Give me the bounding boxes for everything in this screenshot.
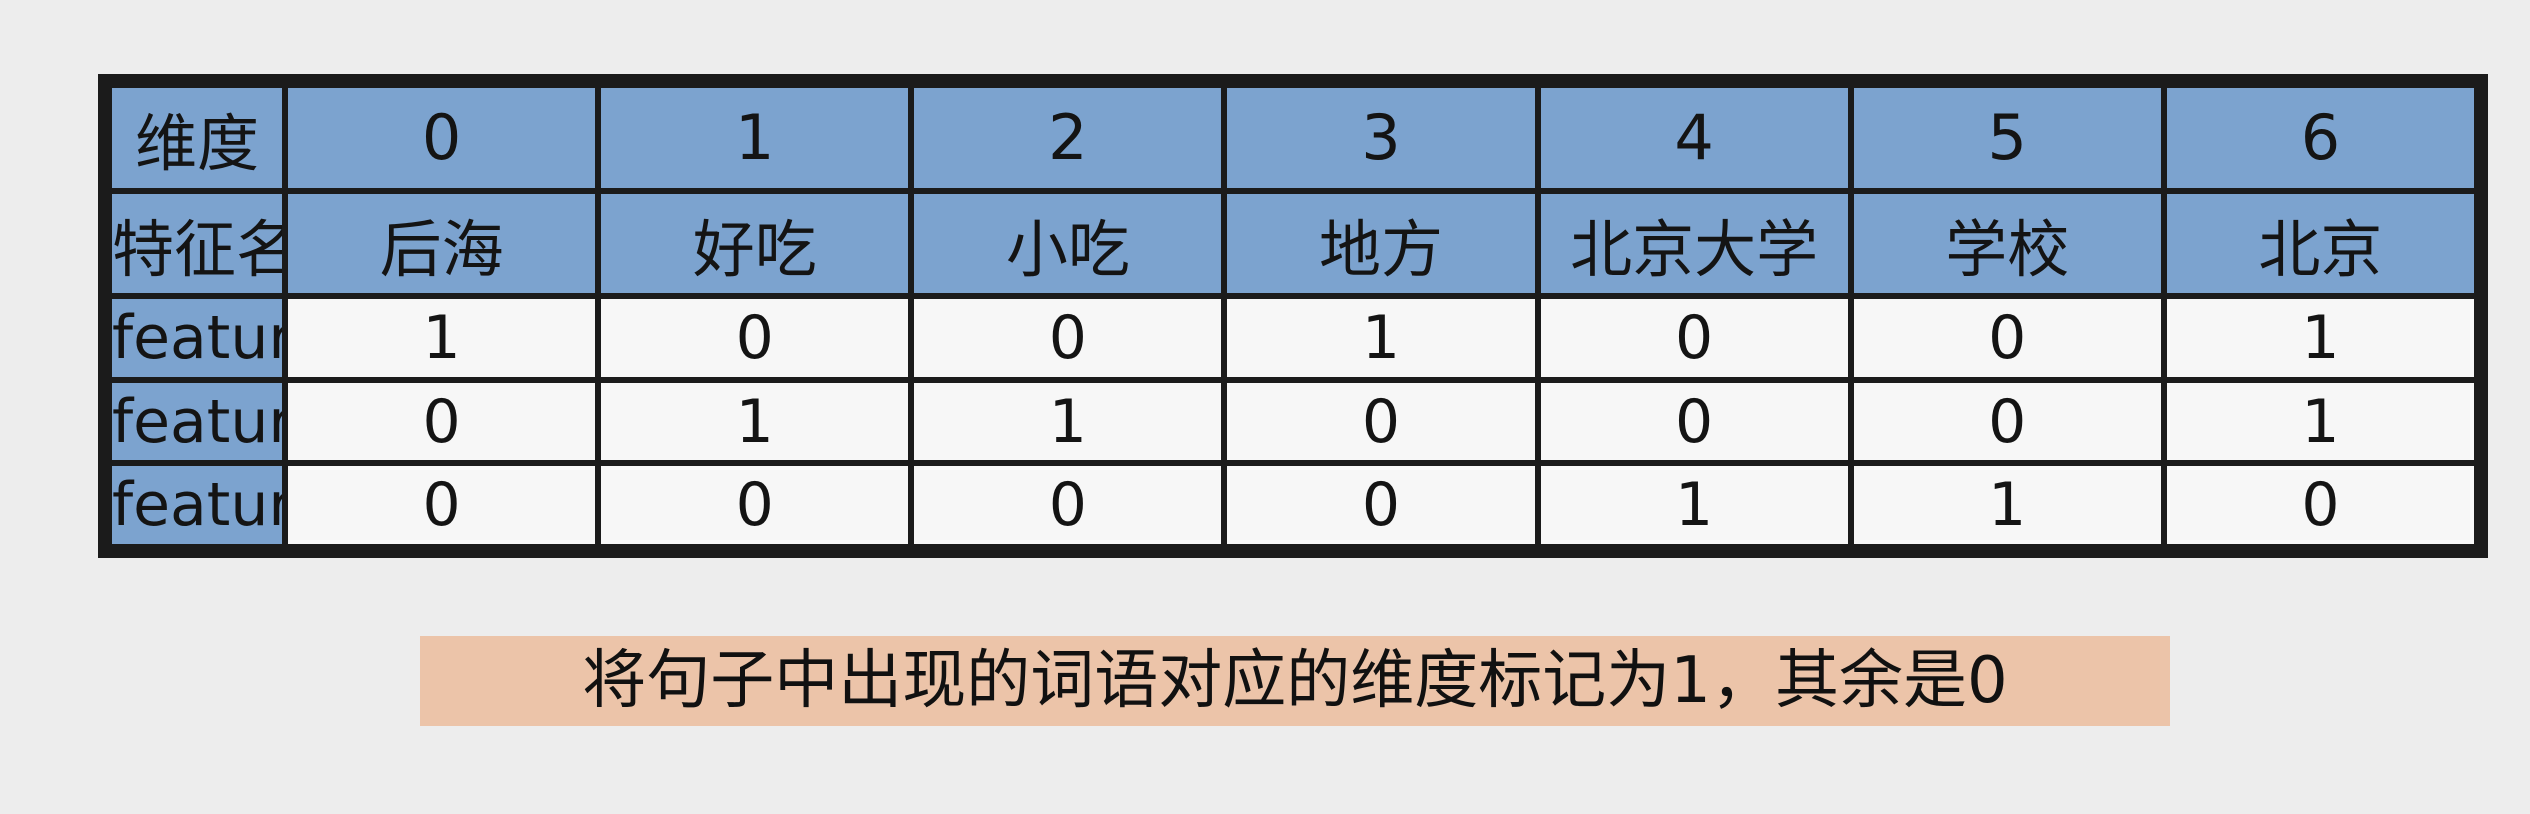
feature-name-cell: 后海	[288, 193, 596, 294]
feature-name-cell: 小吃	[914, 193, 1222, 294]
feature-matrix-table: 维度 0 1 2 3 4 5 6 特征名 后海 好吃 小吃 地方 北京大学 学校…	[106, 82, 2480, 550]
feature-value-cell: 0	[2166, 466, 2474, 544]
feature-value-cell: 0	[288, 382, 596, 461]
dimension-cell: 4	[1540, 88, 1848, 188]
feature-row: feature2 0 1 1 0 0 0 1	[112, 382, 2474, 461]
dimension-cell: 1	[601, 88, 909, 188]
feature-row-label: feature3	[112, 466, 282, 544]
feature-value-cell: 1	[1540, 466, 1848, 544]
feature-row-label: feature2	[112, 382, 282, 461]
feature-value-cell: 0	[1853, 382, 2161, 461]
dimension-header-row: 维度 0 1 2 3 4 5 6	[112, 88, 2474, 188]
feature-value-cell: 1	[2166, 299, 2474, 377]
dimension-row-label: 维度	[112, 88, 282, 188]
feature-value-cell: 1	[2166, 382, 2474, 461]
feature-value-cell: 1	[1227, 299, 1535, 377]
feature-name-cell: 地方	[1227, 193, 1535, 294]
feature-matrix-body: 维度 0 1 2 3 4 5 6 特征名 后海 好吃 小吃 地方 北京大学 学校…	[112, 88, 2474, 544]
dimension-cell: 5	[1853, 88, 2161, 188]
feature-value-cell: 0	[914, 466, 1222, 544]
dimension-cell: 0	[288, 88, 596, 188]
feature-name-cell: 学校	[1853, 193, 2161, 294]
feature-value-cell: 0	[1227, 466, 1535, 544]
feature-value-cell: 0	[1540, 382, 1848, 461]
feature-name-cell: 北京	[2166, 193, 2474, 294]
feature-value-cell: 1	[288, 299, 596, 377]
feature-value-cell: 0	[601, 466, 909, 544]
feature-name-cell: 北京大学	[1540, 193, 1848, 294]
feature-value-cell: 1	[1853, 466, 2161, 544]
feature-row: feature1 1 0 0 1 0 0 1	[112, 299, 2474, 377]
dimension-cell: 2	[914, 88, 1222, 188]
subtitle-caption: 将句子中出现的词语对应的维度标记为1，其余是0	[420, 636, 2170, 726]
feature-value-cell: 0	[1227, 382, 1535, 461]
feature-value-cell: 0	[601, 299, 909, 377]
feature-name-row-label: 特征名	[112, 193, 282, 294]
dimension-cell: 3	[1227, 88, 1535, 188]
dimension-cell: 6	[2166, 88, 2474, 188]
feature-matrix-table-frame: 维度 0 1 2 3 4 5 6 特征名 后海 好吃 小吃 地方 北京大学 学校…	[98, 74, 2488, 558]
feature-row: feature3 0 0 0 0 1 1 0	[112, 466, 2474, 544]
feature-value-cell: 0	[288, 466, 596, 544]
feature-value-cell: 1	[601, 382, 909, 461]
feature-name-header-row: 特征名 后海 好吃 小吃 地方 北京大学 学校 北京	[112, 193, 2474, 294]
feature-value-cell: 0	[1540, 299, 1848, 377]
feature-name-cell: 好吃	[601, 193, 909, 294]
feature-value-cell: 0	[1853, 299, 2161, 377]
feature-value-cell: 0	[914, 299, 1222, 377]
feature-value-cell: 1	[914, 382, 1222, 461]
feature-row-label: feature1	[112, 299, 282, 377]
